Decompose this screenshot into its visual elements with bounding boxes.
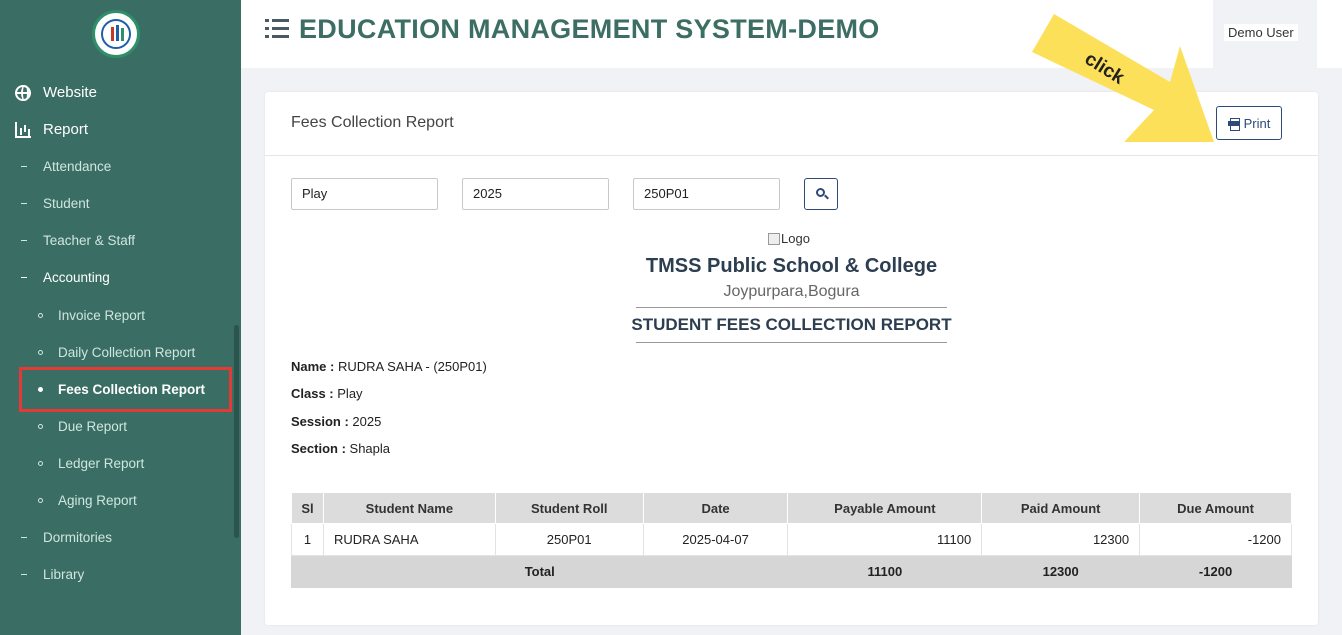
sidebar-item-label: Teacher & Staff: [43, 233, 136, 248]
sidebar-item-label: Dormitories: [43, 530, 113, 545]
broken-image-icon: [768, 232, 780, 245]
cell-paid: 12300: [981, 523, 1141, 556]
sidebar-item-label: Daily Collection Report: [58, 345, 196, 360]
cell-sl: 1: [291, 523, 324, 556]
dash-icon: [21, 276, 27, 279]
circle-icon: [38, 461, 43, 466]
sidebar-item-label: Invoice Report: [58, 308, 146, 323]
sidebar-item-dormitories[interactable]: Dormitories: [21, 530, 112, 545]
app-title: EDUCATION MANAGEMENT SYSTEM-DEMO: [299, 14, 880, 44]
cell-student-roll: 250P01: [494, 523, 644, 556]
school-address: Joypurpara,Bogura: [723, 283, 860, 300]
sidebar-item-report[interactable]: Report: [15, 121, 88, 138]
cell-student-name: RUDRA SAHA: [322, 523, 496, 556]
column-header: Student Roll: [494, 492, 644, 524]
card-title: Fees Collection Report: [291, 114, 454, 131]
sidebar-item-invoice-report[interactable]: Invoice Report: [38, 308, 145, 323]
cell-payable: 11100: [787, 523, 983, 556]
total-payable: 11100: [787, 555, 983, 588]
info-class: Class : Play: [291, 386, 363, 401]
circle-icon: [38, 350, 43, 355]
school-logo[interactable]: [92, 10, 140, 58]
sidebar-item-accounting[interactable]: Accounting: [21, 270, 110, 285]
total-row: Total 11100 12300 -1200: [290, 555, 1292, 588]
sidebar-item-ledger-report[interactable]: Ledger Report: [38, 456, 144, 471]
dash-icon: [21, 536, 27, 539]
report-logo: Logo: [768, 231, 810, 246]
sidebar-item-label: Student: [43, 196, 90, 211]
sidebar-scrollbar[interactable]: [234, 325, 239, 538]
sidebar-item-daily-collection-report[interactable]: Daily Collection Report: [38, 345, 195, 360]
globe-icon: [15, 84, 31, 101]
sidebar-item-student[interactable]: Student: [21, 196, 90, 211]
sidebar-item-label: Aging Report: [58, 493, 137, 508]
circle-icon: [38, 313, 43, 318]
total-label: Total: [290, 555, 789, 588]
sidebar-item-website[interactable]: Website: [15, 84, 97, 101]
annotation-arrow-icon: [1032, 14, 1214, 142]
bar-chart-icon: [15, 121, 31, 138]
student-select[interactable]: 250P01: [633, 178, 780, 210]
session-select[interactable]: 2025: [462, 178, 609, 210]
divider: [636, 342, 947, 343]
column-header: Payable Amount: [787, 492, 983, 524]
info-section: Section : Shapla: [291, 441, 391, 456]
sidebar-item-aging-report[interactable]: Aging Report: [38, 493, 137, 508]
circle-icon: [38, 498, 43, 503]
cell-date: 2025-04-07: [642, 523, 789, 556]
circle-icon: [38, 424, 43, 429]
sidebar: Website Report Attendance Student Teache…: [0, 0, 241, 635]
table-row: 1 RUDRA SAHA 250P01 2025-04-07 11100 123…: [291, 523, 1292, 556]
highlight-box: [19, 367, 232, 412]
report-card: Fees Collection Report Print Play 2025 2…: [265, 92, 1318, 625]
search-button[interactable]: [804, 178, 838, 210]
total-paid: 12300: [981, 555, 1141, 588]
sidebar-item-label: Due Report: [58, 419, 128, 434]
sidebar-item-label: Attendance: [43, 159, 112, 174]
school-name: TMSS Public School & College: [645, 255, 938, 277]
fees-table: Sl Student Name Student Roll Date Payabl…: [290, 492, 1292, 588]
user-name: Demo User: [1224, 24, 1298, 41]
sidebar-item-teacher-staff[interactable]: Teacher & Staff: [21, 233, 135, 248]
total-due: -1200: [1139, 555, 1292, 588]
sidebar-item-label: Website: [43, 84, 97, 101]
dash-icon: [21, 573, 27, 576]
info-session: Session : 2025: [291, 414, 382, 429]
info-name: Name : RUDRA SAHA - (250P01): [291, 359, 487, 374]
sidebar-item-label: Report: [43, 121, 89, 138]
menu-toggle-icon[interactable]: [265, 19, 289, 39]
sidebar-item-label: Ledger Report: [58, 456, 145, 471]
sidebar-item-library[interactable]: Library: [21, 567, 84, 582]
column-header: Sl: [291, 492, 324, 524]
dash-icon: [21, 165, 27, 168]
divider: [265, 155, 1318, 156]
column-header: Date: [642, 492, 789, 524]
class-select[interactable]: Play: [291, 178, 438, 210]
dash-icon: [21, 202, 27, 205]
logo-alt-text: Logo: [781, 231, 810, 246]
sidebar-item-due-report[interactable]: Due Report: [38, 419, 127, 434]
cell-due: -1200: [1139, 523, 1292, 556]
sidebar-item-attendance[interactable]: Attendance: [21, 159, 111, 174]
print-label: Print: [1243, 115, 1271, 131]
divider: [636, 307, 947, 308]
report-title: STUDENT FEES COLLECTION REPORT: [631, 315, 952, 334]
sidebar-item-label: Accounting: [43, 270, 110, 285]
dash-icon: [21, 239, 27, 242]
column-header: Paid Amount: [981, 492, 1141, 524]
column-header: Due Amount: [1139, 492, 1292, 524]
sidebar-item-label: Library: [43, 567, 85, 582]
table-header-row: Sl Student Name Student Roll Date Payabl…: [291, 492, 1292, 524]
column-header: Student Name: [322, 492, 496, 524]
